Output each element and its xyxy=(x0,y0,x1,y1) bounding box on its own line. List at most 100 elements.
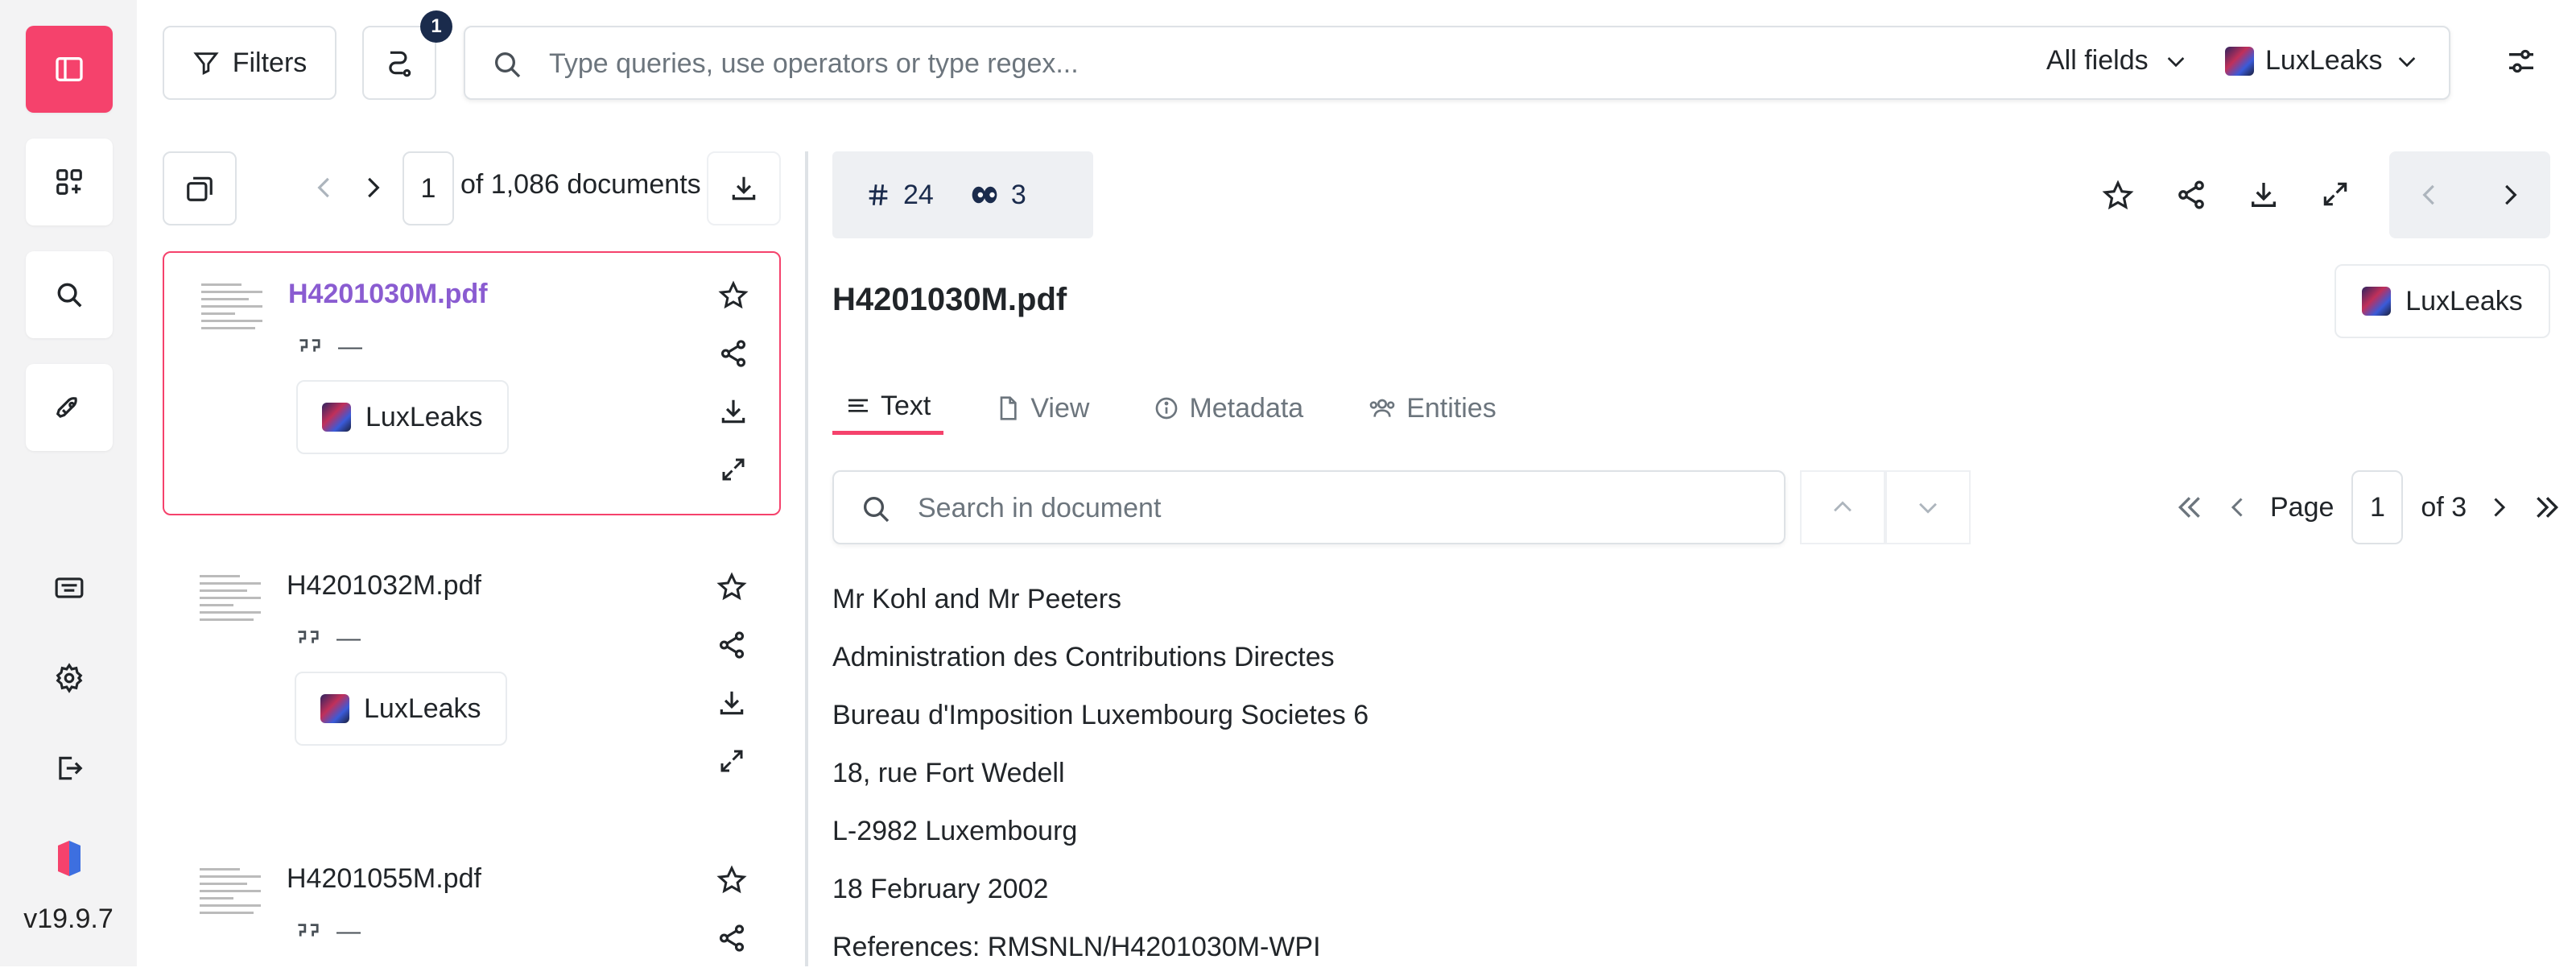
text-line: Mr Kohl and Mr Peeters xyxy=(832,584,1122,614)
download-button[interactable] xyxy=(716,395,750,428)
shortcuts-button[interactable] xyxy=(40,559,98,617)
next-page-button[interactable] xyxy=(357,172,388,203)
document-card[interactable]: H4201030M.pdf — LuxLeaks xyxy=(163,251,781,515)
keyboard-icon xyxy=(55,577,84,598)
star-button[interactable] xyxy=(715,863,749,897)
document-name[interactable]: H4201032M.pdf xyxy=(287,570,481,602)
expand-icon xyxy=(722,458,745,481)
id-stat-value: 24 xyxy=(903,179,934,210)
expand-button[interactable] xyxy=(715,744,749,778)
text-line: Administration des Contributions Directe… xyxy=(832,642,1335,672)
text-line: 18 February 2002 xyxy=(832,874,1049,904)
quote-icon xyxy=(298,631,319,643)
app-sidebar: v19.9.7 xyxy=(0,0,137,966)
search-nav-button[interactable] xyxy=(26,251,113,338)
chevron-down-icon xyxy=(2167,56,2184,67)
next-document-button[interactable] xyxy=(2495,180,2525,210)
document-pager: Page 1 of 3 xyxy=(2174,470,2563,544)
card-actions xyxy=(715,863,749,955)
share-icon xyxy=(720,340,746,367)
star-icon xyxy=(2102,180,2134,210)
star-button[interactable] xyxy=(715,570,749,604)
share-button[interactable] xyxy=(715,628,749,662)
share-button[interactable] xyxy=(716,337,750,370)
select-documents-button[interactable] xyxy=(163,151,237,225)
tab-entities[interactable]: Entities xyxy=(1355,382,1509,435)
logout-button[interactable] xyxy=(40,739,98,797)
download-document-button[interactable] xyxy=(2248,179,2280,213)
last-page-button[interactable] xyxy=(2531,491,2563,523)
tasks-nav-button[interactable] xyxy=(26,364,113,451)
panel-divider[interactable] xyxy=(805,151,808,966)
document-project-label: LuxLeaks xyxy=(2405,285,2523,316)
chevron-right-icon xyxy=(368,177,380,198)
projects-icon xyxy=(56,169,82,195)
filters-label: Filters xyxy=(232,47,308,78)
document-search[interactable]: Search in document xyxy=(832,470,1785,544)
project-avatar xyxy=(2225,46,2254,76)
fullscreen-button[interactable] xyxy=(2320,179,2351,213)
logout-icon xyxy=(59,756,83,780)
fields-dropdown[interactable]: All fields xyxy=(2046,45,2189,77)
document-actions xyxy=(2101,179,2351,213)
search-settings-button[interactable] xyxy=(2505,45,2537,77)
next-match-button[interactable] xyxy=(1885,470,1971,544)
chevron-right-icon xyxy=(2505,184,2517,205)
tab-metadata[interactable]: Metadata xyxy=(1141,382,1316,435)
search-input[interactable]: Type queries, use operators or type rege… xyxy=(549,48,1079,80)
expand-icon xyxy=(720,750,743,772)
share-button[interactable] xyxy=(715,921,749,955)
project-tag-label: LuxLeaks xyxy=(365,401,483,432)
tab-metadata-label: Metadata xyxy=(1189,392,1304,424)
tab-text[interactable]: Text xyxy=(832,382,944,435)
star-document-button[interactable] xyxy=(2101,179,2135,213)
next-doc-page-button[interactable] xyxy=(2484,493,2513,522)
star-button[interactable] xyxy=(716,279,750,312)
previous-doc-page-button[interactable] xyxy=(2223,493,2252,522)
previous-match-button[interactable] xyxy=(1800,470,1885,544)
document-card[interactable]: H4201032M.pdf — LuxLeaks xyxy=(163,544,781,809)
project-tag[interactable]: LuxLeaks xyxy=(296,380,509,454)
app-logo xyxy=(40,829,98,887)
tab-view[interactable]: View xyxy=(982,382,1102,435)
hash-icon xyxy=(869,184,888,205)
filters-button[interactable]: Filters xyxy=(163,26,336,100)
document-excerpt: — xyxy=(295,918,361,945)
sliders-icon xyxy=(2509,49,2533,73)
first-page-button[interactable] xyxy=(2174,491,2206,523)
toggle-sidebar-button[interactable] xyxy=(26,26,113,113)
chevron-up-icon xyxy=(1834,501,1852,512)
document-project-chip[interactable]: LuxLeaks xyxy=(2334,264,2550,338)
document-name[interactable]: H4201030M.pdf xyxy=(288,279,488,310)
list-page-input[interactable]: 1 xyxy=(402,151,454,225)
document-card[interactable]: H4201055M.pdf — xyxy=(163,837,781,966)
previous-document-button[interactable] xyxy=(2414,180,2445,210)
page-label: Page xyxy=(2270,491,2334,523)
share-document-button[interactable] xyxy=(2175,179,2207,213)
previous-page-button[interactable] xyxy=(309,172,340,203)
doc-page-input[interactable]: 1 xyxy=(2351,470,2404,544)
document-stats: 24 3 xyxy=(832,151,1093,238)
document-search-input[interactable]: Search in document xyxy=(918,493,1161,524)
chevrons-right-icon xyxy=(2537,497,2559,518)
excerpt-text: — xyxy=(338,333,362,360)
notification-badge: 1 xyxy=(420,10,452,43)
document-text: Mr Kohl and Mr Peeters Administration de… xyxy=(832,570,1368,976)
excerpt-text: — xyxy=(336,918,361,945)
users-icon xyxy=(1369,399,1395,417)
project-avatar xyxy=(322,403,351,432)
page-total: of 3 xyxy=(2421,491,2467,523)
document-excerpt: — xyxy=(296,333,362,361)
project-tag[interactable]: LuxLeaks xyxy=(295,672,507,746)
settings-button[interactable] xyxy=(40,649,98,707)
text-line: References: RMSNLN/H4201030M-WPI xyxy=(832,932,1321,962)
gear-icon xyxy=(56,663,83,693)
star-icon xyxy=(716,865,747,894)
download-button[interactable] xyxy=(715,686,749,720)
projects-button[interactable] xyxy=(26,139,113,225)
project-dropdown[interactable]: LuxLeaks xyxy=(2225,45,2420,77)
document-name[interactable]: H4201055M.pdf xyxy=(287,863,481,895)
expand-button[interactable] xyxy=(716,453,750,486)
download-results-button[interactable] xyxy=(707,151,781,225)
search-bar[interactable]: Type queries, use operators or type rege… xyxy=(464,26,2450,100)
